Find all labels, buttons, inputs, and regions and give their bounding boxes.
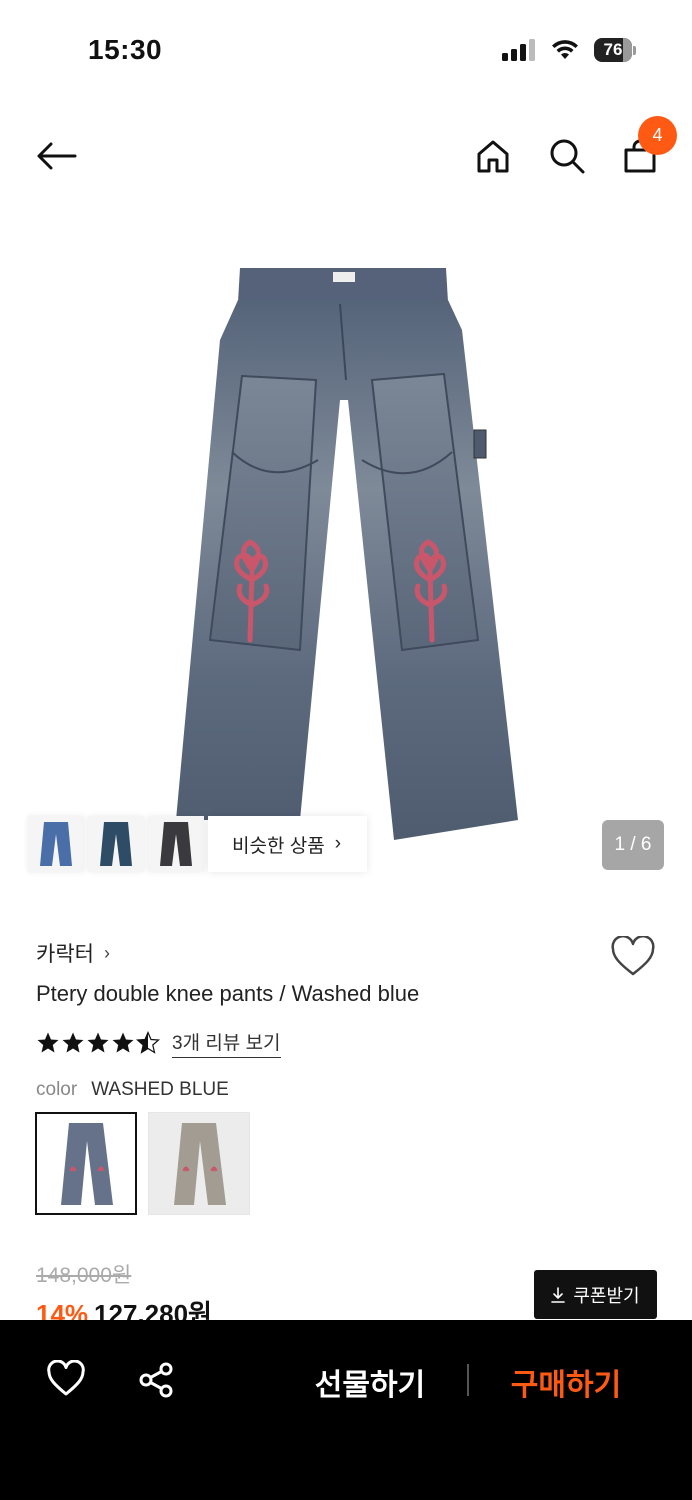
washed-blue-pants-image <box>61 1122 113 1205</box>
product-title: Ptery double knee pants / Washed blue <box>36 981 420 1006</box>
home-icon <box>477 140 509 173</box>
product-image-gallery[interactable] <box>0 220 692 890</box>
back-arrow-icon <box>37 142 77 170</box>
star-icon <box>87 1032 109 1053</box>
brand-link[interactable]: 카락터 › <box>36 938 110 968</box>
cart-count-badge: 4 <box>638 116 677 155</box>
share-button[interactable] <box>137 1360 179 1402</box>
product-image <box>176 268 518 840</box>
star-icon <box>112 1032 134 1053</box>
image-page-indicator: 1 / 6 <box>602 820 664 870</box>
similar-products-button[interactable]: 비슷한 상품 › <box>208 816 368 872</box>
chevron-right-icon: › <box>334 833 342 854</box>
similar-thumbnail-3[interactable] <box>148 816 204 872</box>
brand-name: 카락터 <box>36 943 94 966</box>
similar-product-image-1 <box>40 822 72 866</box>
star-icon <box>37 1032 59 1053</box>
back-button[interactable] <box>34 136 78 176</box>
color-swatch-grey[interactable] <box>148 1112 250 1215</box>
status-bar: 15:30 76 <box>0 0 692 100</box>
color-row: color WASHED BLUE <box>36 1079 229 1101</box>
battery-icon: 76 <box>594 38 636 62</box>
buy-button[interactable]: 구매하기 <box>496 1358 636 1406</box>
similar-thumbnail-1[interactable] <box>28 816 84 872</box>
top-nav <box>0 120 692 192</box>
similar-product-image-3 <box>160 822 192 866</box>
similar-product-image-2 <box>100 822 132 866</box>
star-rating <box>36 1031 160 1055</box>
coupon-label: 쿠폰받기 <box>573 1285 640 1306</box>
gift-button[interactable]: 선물하기 <box>300 1358 440 1406</box>
share-icon <box>139 1362 173 1398</box>
similar-products-label: 비슷한 상품 <box>232 835 325 857</box>
status-indicators: 76 <box>502 38 636 62</box>
original-price: 148,000원 <box>36 1264 132 1287</box>
thumbnail-row: 비슷한 상품 › <box>28 816 368 872</box>
coupon-button[interactable]: 쿠폰받기 <box>534 1270 657 1319</box>
search-icon <box>550 139 585 174</box>
half-star-icon <box>136 1031 160 1054</box>
grey-pants-image <box>174 1122 226 1205</box>
status-time: 15:30 <box>88 34 163 65</box>
wishlist-button[interactable] <box>610 935 656 978</box>
chevron-right-icon: › <box>103 942 110 963</box>
bottom-wishlist-button[interactable] <box>46 1359 88 1402</box>
color-value: WASHED BLUE <box>91 1079 229 1100</box>
color-label: color <box>36 1079 78 1100</box>
divider <box>467 1364 469 1396</box>
cellular-signal-icon <box>502 39 535 61</box>
review-link[interactable]: 3개 리뷰 보기 <box>172 1028 281 1058</box>
star-icon <box>62 1032 84 1053</box>
search-button[interactable] <box>547 136 587 176</box>
bottom-action-bar: 선물하기 구매하기 <box>0 1320 692 1500</box>
wifi-icon <box>552 40 578 59</box>
heart-icon <box>47 1359 85 1396</box>
home-button[interactable] <box>473 136 513 176</box>
download-icon <box>551 1286 566 1303</box>
heart-icon <box>611 935 655 976</box>
color-swatch-washed-blue[interactable] <box>35 1112 137 1215</box>
rating-row: 3개 리뷰 보기 <box>36 1028 281 1058</box>
similar-thumbnail-2[interactable] <box>88 816 144 872</box>
battery-level: 76 <box>603 40 623 59</box>
